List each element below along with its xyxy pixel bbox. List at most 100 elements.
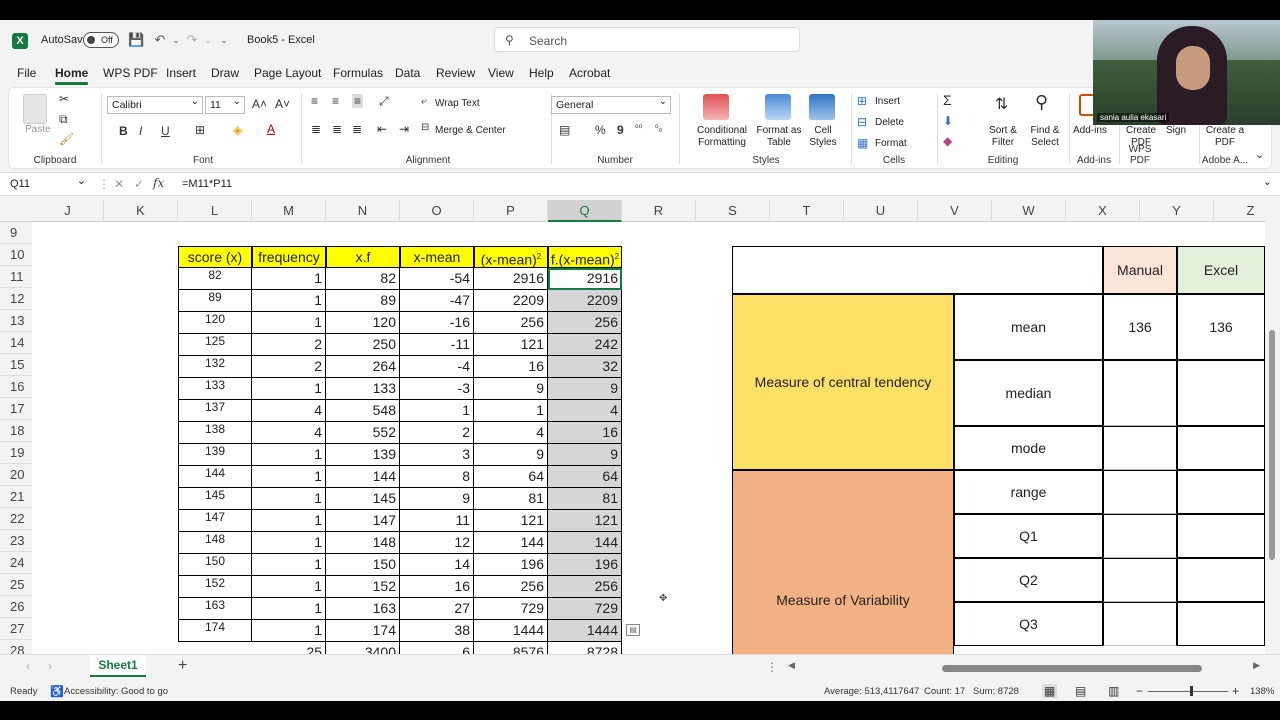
table-cell[interactable]: 38 (400, 620, 474, 642)
table-cell[interactable]: 125 (178, 334, 252, 356)
table-cell[interactable]: 2916 (548, 268, 622, 290)
autosave-toggle[interactable]: Off (83, 32, 119, 48)
table-cell[interactable]: 120 (326, 312, 400, 334)
tab-review[interactable]: Review (436, 66, 475, 80)
measure-mode[interactable]: mode (954, 426, 1103, 470)
row-header-13[interactable]: 13 (0, 310, 32, 332)
table-cell[interactable]: 132 (178, 356, 252, 378)
table-cell[interactable]: 4 (474, 422, 548, 444)
table-cell[interactable]: 196 (548, 554, 622, 576)
table-cell[interactable]: 139 (178, 444, 252, 466)
table-cell[interactable]: 121 (548, 510, 622, 532)
table-cell[interactable]: 8 (400, 466, 474, 488)
table-cell[interactable]: 174 (178, 620, 252, 642)
save-icon[interactable]: 💾 (128, 32, 144, 48)
manual-value-cell[interactable] (1103, 426, 1177, 470)
column-header-u[interactable]: U (844, 200, 918, 222)
clear-icon[interactable]: ◆ (943, 134, 952, 148)
column-header-t[interactable]: T (770, 200, 844, 222)
table-cell[interactable]: 121 (474, 510, 548, 532)
table-cell[interactable]: 2209 (548, 290, 622, 312)
row-header-25[interactable]: 25 (0, 574, 32, 596)
table-cell[interactable]: 9 (474, 378, 548, 400)
totals-cell[interactable]: 6 (400, 642, 474, 654)
table-cell[interactable]: 64 (548, 466, 622, 488)
table-cell[interactable]: 139 (326, 444, 400, 466)
increase-decimal-icon[interactable]: ⁰⁰ (635, 123, 642, 134)
table-cell[interactable]: 133 (326, 378, 400, 400)
row-header-19[interactable]: 19 (0, 442, 32, 464)
table-cell[interactable]: 552 (326, 422, 400, 444)
sign-button[interactable]: Sign (1166, 125, 1186, 136)
find-select-button[interactable]: Find & Select (1025, 125, 1065, 149)
normal-view-icon[interactable]: ▦ (1042, 684, 1058, 698)
comma-style-button[interactable]: 9 (617, 123, 624, 137)
zoom-slider-handle[interactable] (1190, 686, 1193, 696)
table-cell[interactable]: 148 (326, 532, 400, 554)
summary-header-manual[interactable]: Manual (1103, 246, 1177, 294)
manual-value-cell[interactable] (1103, 602, 1177, 646)
table-cell[interactable]: -47 (400, 290, 474, 312)
vertical-scrollbar[interactable] (1265, 200, 1280, 654)
italic-button[interactable]: I (139, 124, 142, 138)
undo-dropdown-icon[interactable]: ⌄ (168, 32, 184, 48)
percent-button[interactable]: % (595, 123, 606, 137)
decrease-font-icon[interactable]: A˅ (275, 97, 290, 111)
redo-icon[interactable]: ↷ (184, 32, 200, 48)
align-center-icon[interactable]: ≣ (332, 122, 342, 136)
table-cell[interactable]: 1 (252, 510, 326, 532)
table-cell[interactable]: 150 (326, 554, 400, 576)
totals-cell[interactable]: 8728 (548, 642, 622, 654)
formula-input[interactable]: =M11*P11 (182, 178, 232, 190)
table-cell[interactable]: 256 (474, 312, 548, 334)
table-cell[interactable]: 2 (252, 356, 326, 378)
row-header-14[interactable]: 14 (0, 332, 32, 354)
table-cell[interactable]: 242 (548, 334, 622, 356)
customize-toolbar-icon[interactable]: ⌄ (216, 32, 232, 48)
table-cell[interactable]: 144 (474, 532, 548, 554)
table-cell[interactable]: 1 (252, 268, 326, 290)
measure-q2[interactable]: Q2 (954, 558, 1103, 602)
quick-analysis-icon[interactable]: ▤ (626, 624, 640, 636)
format-cells-button[interactable]: Format (875, 138, 907, 149)
accessibility-status[interactable]: Accessibility: Good to go (64, 686, 168, 697)
vertical-scroll-thumb[interactable] (1269, 330, 1275, 560)
tab-view[interactable]: View (488, 66, 514, 80)
table-cell[interactable]: 82 (178, 268, 252, 290)
table-cell[interactable]: 147 (178, 510, 252, 532)
central-tendency-block[interactable]: Measure of central tendency (732, 294, 954, 470)
table-cell[interactable]: 3 (400, 444, 474, 466)
excel-value-cell[interactable]: 136 (1177, 294, 1265, 360)
cell-styles-button[interactable]: Cell Styles (805, 125, 841, 149)
table-cell[interactable]: 1444 (548, 620, 622, 642)
collapse-ribbon-icon[interactable]: ⌄ (1255, 148, 1264, 161)
table-cell[interactable]: 11 (400, 510, 474, 532)
table-cell[interactable]: 138 (178, 422, 252, 444)
table-cell[interactable]: 81 (548, 488, 622, 510)
wrap-text-button[interactable]: Wrap Text (435, 98, 480, 109)
table-cell[interactable]: 256 (474, 576, 548, 598)
table-cell[interactable]: 1 (252, 312, 326, 334)
totals-cell[interactable]: 3400 (326, 642, 400, 654)
manual-value-cell[interactable] (1103, 514, 1177, 558)
variability-block[interactable]: Measure of Variability (732, 470, 954, 654)
table-cell[interactable]: 2916 (474, 268, 548, 290)
table-cell[interactable]: -4 (400, 356, 474, 378)
excel-value-cell[interactable] (1177, 470, 1265, 514)
table-cell[interactable]: 1 (252, 488, 326, 510)
row-header-24[interactable]: 24 (0, 552, 32, 574)
table-cell[interactable]: 137 (178, 400, 252, 422)
number-format-select[interactable]: General (551, 94, 671, 114)
bold-button[interactable]: B (119, 124, 128, 138)
table-cell[interactable]: 1 (252, 554, 326, 576)
font-name-select[interactable]: Calibri (107, 94, 203, 114)
row-header-16[interactable]: 16 (0, 376, 32, 398)
table-cell[interactable]: 121 (474, 334, 548, 356)
summary-header-blank[interactable] (732, 246, 1103, 294)
table-cell[interactable]: -54 (400, 268, 474, 290)
measure-range[interactable]: range (954, 470, 1103, 514)
prev-sheet-icon[interactable]: ‹ (26, 659, 30, 673)
row-header-18[interactable]: 18 (0, 420, 32, 442)
row-header-9[interactable]: 9 (0, 222, 32, 244)
table-cell[interactable]: 16 (400, 576, 474, 598)
